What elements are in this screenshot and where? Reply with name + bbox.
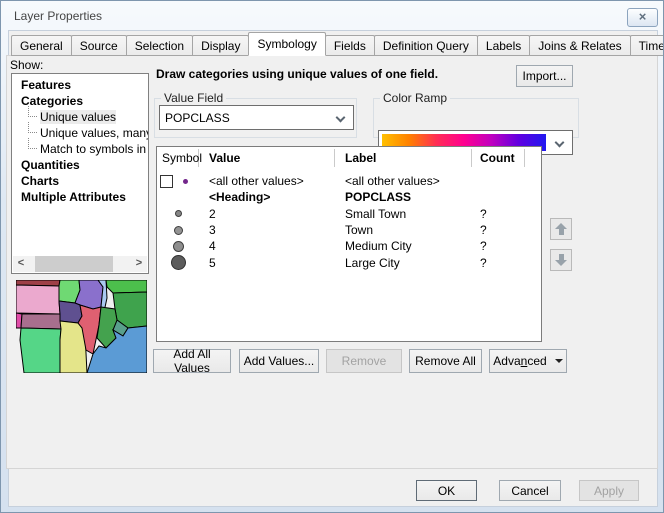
tree-connector-icon — [28, 138, 37, 149]
tree-item-quantities[interactable]: Quantities — [12, 157, 148, 173]
chevron-down-icon — [555, 138, 565, 148]
unique-values-table: Symbol Value Label Count <all other valu… — [156, 146, 542, 342]
tab-strip: General Source Selection Display Symbolo… — [11, 35, 664, 56]
dropdown-caret-icon — [555, 359, 563, 363]
tab-joins-relates[interactable]: Joins & Relates — [529, 35, 630, 56]
table-row-value-4[interactable]: 4 Medium City ? — [157, 238, 541, 254]
move-value-up-button[interactable] — [550, 218, 572, 240]
value-field-label: Value Field — [161, 91, 226, 105]
ok-button[interactable]: OK — [416, 480, 477, 501]
tree-item-features[interactable]: Features — [12, 77, 148, 93]
arrow-down-icon — [555, 260, 567, 266]
tab-fields[interactable]: Fields — [325, 35, 375, 56]
tab-definition-query[interactable]: Definition Query — [374, 35, 478, 56]
tab-source[interactable]: Source — [71, 35, 127, 56]
table-row-value-2[interactable]: 2 Small Town ? — [157, 206, 541, 222]
scroll-left-icon[interactable]: < — [13, 256, 29, 272]
column-header-count[interactable]: Count — [472, 149, 525, 167]
show-label: Show: — [10, 58, 43, 72]
tab-display[interactable]: Display — [192, 35, 249, 56]
tree-item-charts[interactable]: Charts — [12, 173, 148, 189]
tree-connector-icon — [28, 122, 37, 133]
tree-item-match-symbols[interactable]: Match to symbols in a — [12, 141, 148, 157]
tree-item-multiple-attributes[interactable]: Multiple Attributes — [12, 189, 148, 205]
tree-connector-icon — [28, 106, 37, 117]
point-symbol-icon[interactable] — [171, 255, 186, 270]
add-values-button[interactable]: Add Values... — [239, 349, 319, 373]
tree-horizontal-scrollbar[interactable]: < > — [13, 256, 147, 272]
draw-method-description: Draw categories using unique values of o… — [156, 67, 438, 81]
column-header-label[interactable]: Label — [335, 149, 472, 167]
point-symbol-icon — [183, 179, 188, 184]
states-preview-image — [16, 280, 147, 373]
value-field-dropdown[interactable]: POPCLASS — [159, 105, 354, 130]
tab-time[interactable]: Time — [630, 35, 664, 56]
point-symbol-icon[interactable] — [174, 226, 183, 235]
layer-properties-dialog: Layer Properties × General Source Select… — [0, 0, 664, 513]
point-symbol-icon[interactable] — [173, 241, 184, 252]
point-symbol-icon[interactable] — [175, 210, 182, 217]
import-button[interactable]: Import... — [516, 65, 573, 87]
move-value-down-button[interactable] — [550, 249, 572, 271]
value-field-selected-value: POPCLASS — [165, 111, 230, 125]
window-title: Layer Properties — [14, 9, 102, 23]
table-row-heading[interactable]: <Heading> POPCLASS — [157, 189, 541, 205]
tab-symbology[interactable]: Symbology — [248, 32, 325, 56]
table-header: Symbol Value Label Count — [157, 147, 541, 169]
table-row-value-5[interactable]: 5 Large City ? — [157, 254, 541, 270]
table-row-all-other-values[interactable]: <all other values> <all other values> — [157, 173, 541, 189]
column-header-value[interactable]: Value — [199, 149, 335, 167]
column-header-symbol[interactable]: Symbol — [157, 149, 199, 167]
advanced-button[interactable]: Advanced — [489, 349, 567, 373]
chevron-down-icon — [336, 113, 346, 123]
close-icon[interactable]: × — [627, 8, 658, 27]
remove-all-button[interactable]: Remove All — [409, 349, 482, 373]
scroll-right-icon[interactable]: > — [131, 256, 147, 272]
table-row-value-3[interactable]: 3 Town ? — [157, 222, 541, 238]
tab-general[interactable]: General — [11, 35, 72, 56]
cancel-button[interactable]: Cancel — [499, 480, 561, 501]
scrollbar-thumb[interactable] — [35, 256, 113, 272]
map-preview — [16, 280, 147, 373]
color-ramp-label: Color Ramp — [380, 91, 450, 105]
tab-selection[interactable]: Selection — [126, 35, 193, 56]
add-all-values-button[interactable]: Add All Values — [153, 349, 231, 373]
tab-labels[interactable]: Labels — [477, 35, 530, 56]
remove-button: Remove — [326, 349, 402, 373]
all-other-values-checkbox[interactable] — [160, 175, 173, 188]
apply-button: Apply — [579, 480, 639, 501]
symbology-method-tree: Features Categories Unique values Unique… — [11, 73, 149, 274]
